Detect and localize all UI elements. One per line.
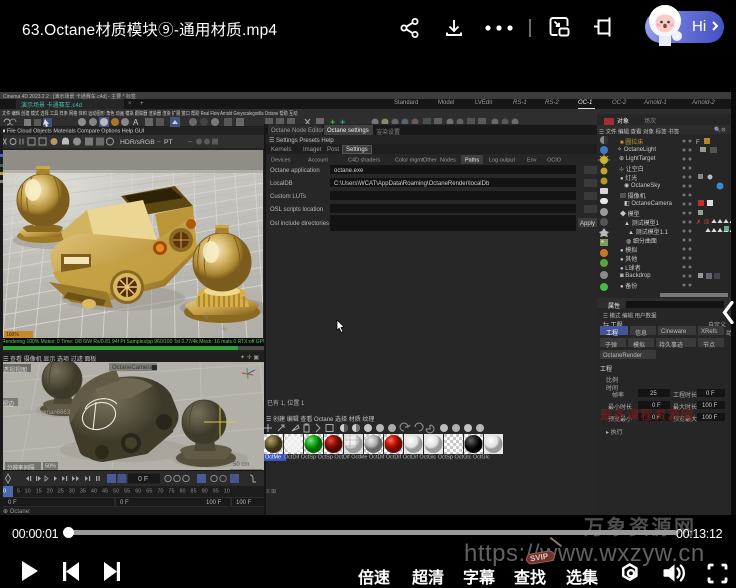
svg-text:F: F (696, 140, 700, 146)
svg-text:PT: PT (164, 139, 173, 146)
svg-text:☒: ☒ (704, 219, 709, 226)
svg-text:−: − (188, 139, 192, 146)
svg-text:A: A (133, 118, 139, 127)
svg-text:−: − (157, 139, 161, 146)
svg-text:0 F: 0 F (138, 476, 148, 483)
svg-text:HDR/sRGB: HDR/sRGB (120, 139, 155, 146)
svg-text:✗: ✗ (696, 219, 701, 226)
